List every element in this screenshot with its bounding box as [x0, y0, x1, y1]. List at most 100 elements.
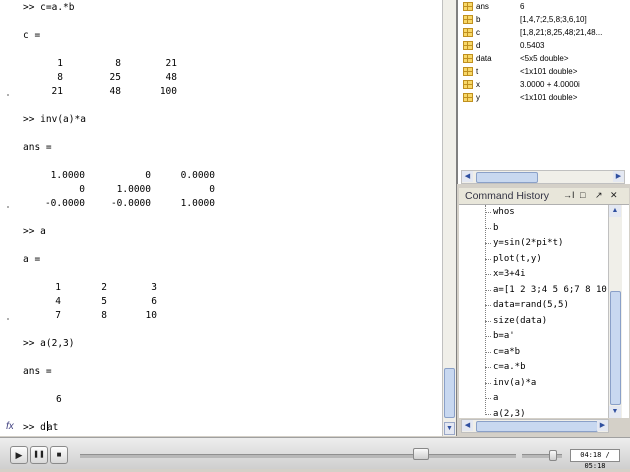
matrix-cell: 1.0000	[50, 170, 85, 181]
matrix-cell: 1	[57, 58, 63, 69]
history-item[interactable]: inv(a)*a	[493, 377, 536, 389]
command-input[interactable]: >> dat	[23, 421, 58, 434]
video-player-bar: ▶ ❚❚ ■ 04:18 / 05:18	[0, 437, 630, 470]
scroll-down-icon[interactable]: ▼	[444, 422, 455, 435]
matrix-row: 1 2 3	[23, 282, 157, 294]
history-tree-branch	[485, 413, 491, 415]
variable-name: ans	[476, 2, 489, 11]
scroll-left-icon[interactable]: ◀	[462, 171, 473, 182]
workspace-variable-row[interactable]: data <5x5 double>	[458, 52, 630, 65]
matrix-variable-icon	[463, 15, 473, 24]
undock-icon[interactable]: ↗	[595, 190, 603, 201]
matrix-cell: 5	[101, 296, 107, 307]
matrix-cell: -0.0000	[44, 198, 85, 209]
workspace-variable-row[interactable]: c [1,8,21;8,25,48;21,48...	[458, 26, 630, 39]
pause-button[interactable]: ❚❚	[30, 446, 48, 464]
volume-handle[interactable]	[549, 450, 557, 461]
close-icon[interactable]: ✕	[610, 190, 618, 201]
function-browser-icon[interactable]: fx	[6, 421, 14, 432]
command-line: >> a	[23, 226, 46, 237]
command-window-gutter	[0, 0, 20, 436]
gutter-dot	[7, 206, 9, 208]
command-line: >> a(2,3)	[23, 338, 75, 349]
matrix-variable-icon	[463, 41, 473, 50]
workspace-horizontal-scrollbar[interactable]: ◀ ▶	[461, 170, 625, 184]
workspace-variable-row[interactable]: d 0.5403	[458, 39, 630, 52]
matrix-cell: 4	[55, 296, 61, 307]
scroll-up-icon[interactable]: ▲	[609, 205, 621, 217]
history-tree-branch	[485, 398, 491, 399]
matrix-cell: 0	[145, 170, 151, 181]
scroll-right-icon[interactable]: ▶	[613, 171, 624, 182]
history-tree-branch	[485, 289, 491, 291]
variable-value: [1,8,21;8,25,48;21,48...	[520, 28, 603, 37]
workspace-variable-row[interactable]: b [1,4,7;2,5,8;3,6,10]	[458, 13, 630, 26]
matrix-cell: 6	[151, 296, 157, 307]
history-tree-branch	[485, 227, 491, 229]
history-item[interactable]: data=rand(5,5)	[493, 299, 569, 311]
scrollbar-thumb[interactable]	[444, 368, 455, 418]
matrix-cell: 1.0000	[116, 184, 151, 195]
input-text-after-caret: at	[46, 422, 59, 433]
history-tree-branch	[485, 212, 491, 213]
history-item[interactable]: b=a'	[493, 330, 515, 342]
variable-name: data	[476, 54, 492, 63]
maximize-icon[interactable]: □	[580, 190, 585, 200]
matrix-variable-icon	[463, 67, 473, 76]
history-tree-branch	[485, 367, 491, 368]
workspace-variable-row[interactable]: ans 6	[458, 0, 630, 13]
scroll-down-icon[interactable]: ▼	[609, 406, 621, 418]
scrollbar-thumb[interactable]	[476, 172, 538, 183]
matrix-cell: 8	[115, 58, 121, 69]
scrollbar-thumb[interactable]	[476, 421, 598, 432]
stop-button[interactable]: ■	[50, 446, 68, 464]
history-item[interactable]: a(2,3)	[493, 408, 526, 419]
variable-value: <1x101 double>	[520, 93, 578, 102]
history-item[interactable]: x=3+4i	[493, 268, 526, 280]
scroll-left-icon[interactable]: ◀	[462, 420, 473, 431]
matrix-cell: 100	[159, 86, 177, 97]
output-label: ans =	[23, 366, 52, 377]
history-item[interactable]: c=a.*b	[493, 361, 526, 373]
matrix-row: -0.0000 -0.0000 1.0000	[23, 198, 215, 210]
workspace-variable-row[interactable]: x 3.0000 + 4.0000i	[458, 78, 630, 91]
history-item[interactable]: c=a*b	[493, 346, 520, 358]
history-tree-branch	[485, 258, 491, 260]
play-button[interactable]: ▶	[10, 446, 28, 464]
matrix-cell: 0	[209, 184, 215, 195]
command-window-scrollbar[interactable]: ▼	[442, 0, 456, 436]
workspace-variable-row[interactable]: t <1x101 double>	[458, 65, 630, 78]
history-tree-branch	[485, 243, 491, 244]
scroll-right-icon[interactable]: ▶	[597, 420, 608, 431]
scrollbar-thumb[interactable]	[610, 291, 621, 405]
workspace-variable-row[interactable]: y <1x101 double>	[458, 91, 630, 104]
output-label: ans =	[23, 142, 52, 153]
history-item[interactable]: y=sin(2*pi*t)	[493, 237, 563, 249]
seek-track[interactable]	[80, 454, 516, 458]
history-item[interactable]: whos	[493, 206, 515, 218]
matrix-row: 1 8 21	[23, 58, 177, 70]
gutter-dot	[7, 94, 9, 96]
variable-value: [1,4,7;2,5,8;3,6,10]	[520, 15, 587, 24]
matrix-cell: 1.0000	[180, 198, 215, 209]
history-item[interactable]: size(data)	[493, 315, 547, 327]
matrix-cell: 0	[79, 184, 85, 195]
matrix-variable-icon	[463, 54, 473, 63]
matrix-cell: 2	[101, 282, 107, 293]
history-item[interactable]: a	[493, 392, 498, 404]
command-line: >> c=a.*b	[23, 2, 75, 13]
history-horizontal-scrollbar[interactable]: ◀ ▶	[461, 419, 609, 433]
seek-handle[interactable]	[413, 448, 430, 460]
prompt-symbol: >>	[23, 422, 41, 433]
dock-icon[interactable]: →I	[563, 190, 575, 200]
history-item[interactable]: a=[1 2 3;4 5 6;7 8 10]	[493, 284, 612, 296]
history-item[interactable]: b	[493, 222, 498, 234]
history-vertical-scrollbar[interactable]: ▲ ▼	[608, 205, 622, 418]
command-window[interactable]: >> c=a.*b c = 1 8 21 8 25 48 21 48 100 >> inv(a)…	[0, 0, 457, 436]
history-item[interactable]: plot(t,y)	[493, 253, 542, 265]
matrix-cell: 21	[51, 86, 63, 97]
matrix-cell: -0.0000	[110, 198, 151, 209]
matrix-cell: 48	[165, 72, 177, 83]
matrix-variable-icon	[463, 80, 473, 89]
input-text-before-caret: d	[40, 422, 46, 433]
